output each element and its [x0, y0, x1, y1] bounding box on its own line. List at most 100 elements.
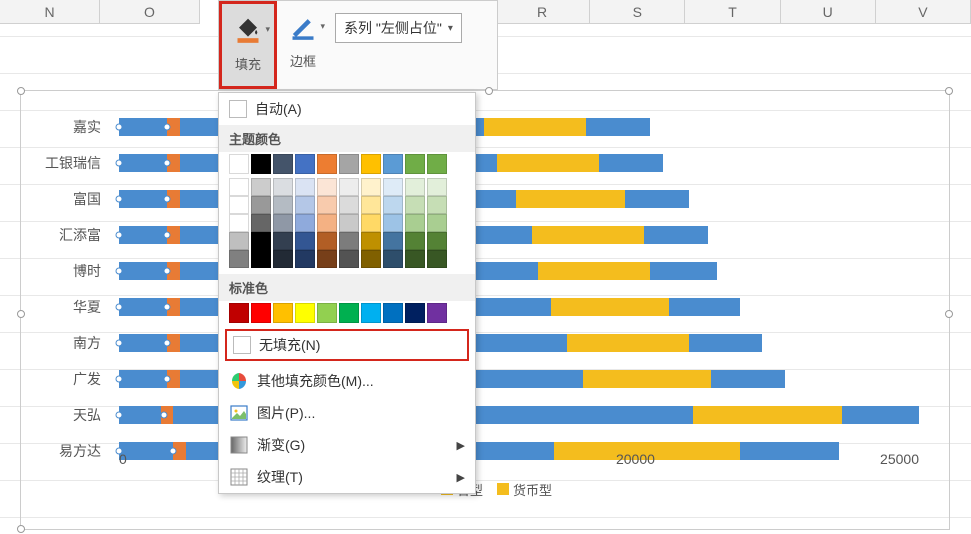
color-swatch[interactable]	[427, 303, 447, 323]
no-fill-item[interactable]: 无填充(N)	[225, 329, 469, 361]
series-select-handle[interactable]	[116, 304, 123, 311]
bar-segment[interactable]	[625, 190, 689, 208]
color-swatch[interactable]	[383, 303, 403, 323]
series-select-handle[interactable]	[164, 160, 171, 167]
more-colors-item[interactable]: 其他填充颜色(M)...	[219, 365, 475, 397]
border-button[interactable]: ▾	[283, 5, 323, 49]
fill-button[interactable]: ▾	[228, 8, 268, 52]
series-select-handle[interactable]	[116, 376, 123, 383]
texture-fill-item[interactable]: 纹理(T) ▶	[219, 461, 475, 493]
color-swatch[interactable]	[251, 178, 271, 196]
color-swatch[interactable]	[317, 232, 337, 250]
bar-segment[interactable]	[119, 334, 167, 352]
bar-segment[interactable]	[711, 370, 785, 388]
color-swatch[interactable]	[405, 232, 425, 250]
color-swatch[interactable]	[317, 303, 337, 323]
series-select-handle[interactable]	[164, 196, 171, 203]
series-select-handle[interactable]	[116, 268, 123, 275]
color-swatch[interactable]	[405, 303, 425, 323]
color-swatch[interactable]	[339, 196, 359, 214]
series-select-handle[interactable]	[164, 268, 171, 275]
color-swatch[interactable]	[273, 178, 293, 196]
color-swatch[interactable]	[229, 303, 249, 323]
bar-segment[interactable]	[119, 406, 161, 424]
fill-tool-group[interactable]: ▾ 填充	[219, 1, 277, 89]
color-swatch[interactable]	[251, 214, 271, 232]
color-swatch[interactable]	[251, 250, 271, 268]
bar-segment[interactable]	[532, 226, 644, 244]
color-swatch[interactable]	[361, 303, 381, 323]
color-swatch[interactable]	[317, 250, 337, 268]
bar-segment[interactable]	[650, 262, 717, 280]
color-swatch[interactable]	[295, 232, 315, 250]
bar-segment[interactable]	[669, 298, 739, 316]
color-swatch[interactable]	[251, 303, 271, 323]
color-swatch[interactable]	[273, 232, 293, 250]
color-swatch[interactable]	[317, 196, 337, 214]
bar-segment[interactable]	[693, 406, 842, 424]
color-swatch[interactable]	[427, 178, 447, 196]
color-swatch[interactable]	[361, 250, 381, 268]
series-select-handle[interactable]	[164, 304, 171, 311]
color-swatch[interactable]	[427, 214, 447, 232]
color-swatch[interactable]	[405, 214, 425, 232]
color-swatch[interactable]	[383, 196, 403, 214]
color-swatch[interactable]	[273, 250, 293, 268]
color-swatch[interactable]	[251, 232, 271, 250]
bar-segment[interactable]	[497, 154, 599, 172]
bar-segment[interactable]	[599, 154, 663, 172]
color-swatch[interactable]	[229, 232, 249, 250]
series-select-handle[interactable]	[160, 412, 167, 419]
color-swatch[interactable]	[361, 178, 381, 196]
color-swatch[interactable]	[273, 154, 293, 174]
series-select-handle[interactable]	[164, 232, 171, 239]
color-swatch[interactable]	[405, 154, 425, 174]
color-swatch[interactable]	[273, 303, 293, 323]
color-swatch[interactable]	[295, 214, 315, 232]
series-select-handle[interactable]	[164, 376, 171, 383]
bar-segment[interactable]	[842, 406, 919, 424]
series-select-handle[interactable]	[116, 340, 123, 347]
color-swatch[interactable]	[295, 154, 315, 174]
color-swatch[interactable]	[229, 250, 249, 268]
color-swatch[interactable]	[383, 214, 403, 232]
color-swatch[interactable]	[273, 214, 293, 232]
resize-handle[interactable]	[945, 310, 953, 318]
resize-handle[interactable]	[17, 525, 25, 533]
bar-segment[interactable]	[484, 118, 586, 136]
color-swatch[interactable]	[427, 250, 447, 268]
series-select-handle[interactable]	[164, 340, 171, 347]
color-swatch[interactable]	[361, 154, 381, 174]
color-swatch[interactable]	[383, 232, 403, 250]
color-swatch[interactable]	[273, 196, 293, 214]
color-swatch[interactable]	[295, 303, 315, 323]
color-swatch[interactable]	[383, 178, 403, 196]
color-swatch[interactable]	[229, 178, 249, 196]
color-swatch[interactable]	[427, 154, 447, 174]
auto-color-item[interactable]: 自动(A)	[219, 93, 475, 125]
series-select-handle[interactable]	[116, 448, 123, 455]
resize-handle[interactable]	[17, 87, 25, 95]
resize-handle[interactable]	[485, 87, 493, 95]
picture-fill-item[interactable]: 图片(P)...	[219, 397, 475, 429]
bar-segment[interactable]	[538, 262, 650, 280]
bar-segment[interactable]	[119, 154, 167, 172]
bar-segment[interactable]	[583, 370, 711, 388]
color-swatch[interactable]	[405, 178, 425, 196]
resize-handle[interactable]	[945, 87, 953, 95]
series-select-handle[interactable]	[116, 124, 123, 131]
bar-segment[interactable]	[119, 226, 167, 244]
bar-segment[interactable]	[119, 118, 167, 136]
color-swatch[interactable]	[317, 178, 337, 196]
bar-segment[interactable]	[516, 190, 625, 208]
series-select-handle[interactable]	[116, 160, 123, 167]
bar-segment[interactable]	[119, 370, 167, 388]
color-swatch[interactable]	[361, 196, 381, 214]
bar-segment[interactable]	[119, 190, 167, 208]
bar-segment[interactable]	[689, 334, 763, 352]
color-swatch[interactable]	[339, 154, 359, 174]
color-swatch[interactable]	[339, 178, 359, 196]
color-swatch[interactable]	[229, 196, 249, 214]
color-swatch[interactable]	[361, 232, 381, 250]
color-swatch[interactable]	[405, 196, 425, 214]
